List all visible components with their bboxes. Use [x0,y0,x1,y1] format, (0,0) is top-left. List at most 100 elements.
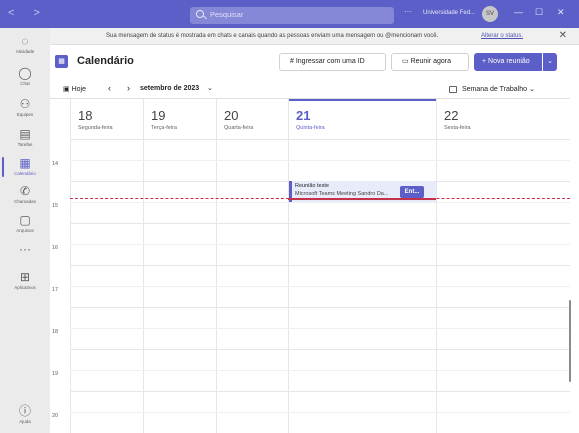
rail-label: Atividade [15,49,35,54]
apps-icon: ⊞ [19,270,31,284]
more-options-icon[interactable]: ··· [404,7,412,16]
rail-item-calls[interactable]: ✆ Chamadas [0,184,50,205]
rail-item-activity[interactable]: ◌ Atividade [0,34,50,55]
bell-icon: ◌ [21,34,29,48]
day-name: Segunda-feira [78,125,113,131]
hour-line [70,349,570,350]
hour-label: 17 [52,287,59,293]
hour-line [70,139,570,140]
half-hour-line [70,370,570,371]
video-icon: ▭ [402,58,411,65]
scrollbar[interactable] [569,300,571,382]
search-placeholder: Pesquisar [210,10,244,19]
phone-icon: ✆ [19,184,31,198]
rail-item-apps[interactable]: ⊞ Aplicativos [0,270,50,291]
day-header-wednesday[interactable]: 20 Quarta-feira [216,99,288,139]
join-with-id-button[interactable]: # Ingressar com uma ID [279,53,386,71]
title-bar: < > Pesquisar ··· Universidade Fed... SV… [0,0,579,28]
change-status-link[interactable]: Alterar o status. [481,33,523,39]
calendar-icon: ▦ [19,156,31,170]
hour-line [70,307,570,308]
view-label: Semana de Trabalho [462,86,527,93]
rail-label: Aplicativos [14,285,36,290]
tasks-icon: ▤ [19,127,31,141]
day-number: 20 [224,108,239,123]
calendar-app-icon: ▦ [55,55,68,68]
half-hour-line [70,328,570,329]
back-forward-icon[interactable]: < > [8,7,48,19]
join-event-button[interactable]: Ent... [400,186,424,198]
day-name: Quarta-feira [224,125,254,131]
rail-label: Ajuda [19,419,31,424]
today-label: Hoje [71,86,86,93]
day-number: 22 [444,108,459,123]
half-hour-line [70,286,570,287]
chevron-left-icon[interactable]: ‹ [108,83,111,93]
rail-label: Calendário [14,171,36,176]
view-selector[interactable]: Semana de Trabalho ⌄ [462,85,535,93]
rail-item-tasks[interactable]: ▤ Tarefas [0,127,50,148]
organization-name[interactable]: Universidade Fed... [423,10,475,16]
hour-line [70,223,570,224]
new-meeting-label: Nova reunião [488,58,530,65]
day-number: 19 [151,108,166,123]
day-header-monday[interactable]: 18 Segunda-feira [70,99,143,139]
day-number: 21 [296,108,311,123]
search-icon [196,10,204,18]
meet-now-button[interactable]: ▭ Reunir agora [391,53,469,71]
teams-icon: ⚇ [19,97,31,111]
hour-label: 20 [52,413,59,419]
column-divider [70,99,71,433]
hour-label: 18 [52,329,59,335]
new-meeting-dropdown[interactable]: ⌄ [543,53,557,71]
more-icon: ··· [19,242,31,256]
day-header-friday[interactable]: 22 Sexta-feira [436,99,570,139]
day-header-tuesday[interactable]: 19 Terça-feira [143,99,216,139]
hour-label: 16 [52,245,59,251]
chevron-down-icon: ⌄ [547,58,553,65]
rail-item-chat[interactable]: ◯ Chat [0,66,50,87]
day-name: Sexta-feira [444,125,471,131]
rail-label: Chat [20,81,30,86]
search-input[interactable]: Pesquisar [190,7,394,24]
minimize-icon[interactable]: — [514,7,523,17]
hour-label: 14 [52,161,59,167]
rail-label: Arquivos [16,228,34,233]
half-hour-line [70,160,570,161]
month-selector[interactable]: setembro de 2023 [140,85,199,92]
half-hour-line [70,244,570,245]
join-with-id-label: Ingressar com uma ID [295,58,365,65]
rail-item-calendar[interactable]: ▦ Calendário [0,156,50,177]
column-divider [216,99,217,433]
meet-now-label: Reunir agora [410,58,452,65]
today-button[interactable]: ▣ Hoje [63,85,86,93]
day-name: Quinta-feira [296,125,325,131]
rail-item-files[interactable]: ▢ Arquivos [0,213,50,234]
column-divider [436,99,437,433]
day-header-thursday[interactable]: 21 Quinta-feira [288,99,436,139]
notice-text: Sua mensagem de status é mostrada em cha… [106,33,439,39]
chat-icon: ◯ [18,66,32,80]
hour-line [70,265,570,266]
rail-label: Equipes [16,112,34,117]
app-rail: ◌ Atividade ◯ Chat ⚇ Equipes ▤ Tarefas ▦… [0,28,50,433]
hour-label: 19 [52,371,59,377]
status-notice-banner: Sua mensagem de status é mostrada em cha… [50,28,579,45]
calendar-view-icon [449,86,457,93]
today-indicator-bar [288,99,436,101]
close-window-icon[interactable]: ✕ [557,7,565,18]
more-apps-button[interactable]: ··· [0,242,50,256]
new-meeting-button[interactable]: + Nova reunião [474,53,542,71]
day-number: 18 [78,108,93,123]
event-subtitle: Microsoft Teams Meeting Sandro Da... [295,191,389,197]
avatar[interactable]: SV [482,6,498,22]
maximize-icon[interactable]: ☐ [535,7,543,18]
chevron-right-icon[interactable]: › [127,83,130,93]
help-icon: ⓘ [18,404,31,418]
column-divider [288,99,289,433]
rail-item-teams[interactable]: ⚇ Equipes [0,97,50,118]
rail-item-help[interactable]: ⓘ Ajuda [0,404,50,425]
close-icon[interactable]: ✕ [559,30,567,41]
chevron-down-icon[interactable]: ⌄ [207,84,213,92]
rail-label: Chamadas [14,199,36,204]
